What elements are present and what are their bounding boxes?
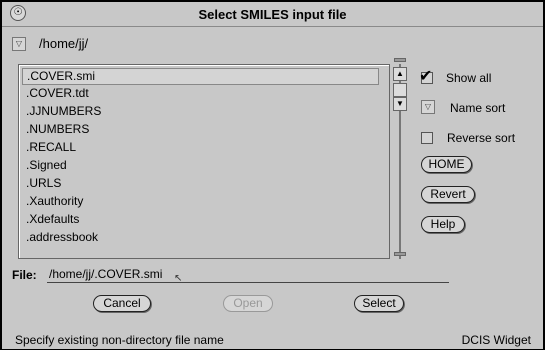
mouse-pointer-icon: ↖ (174, 273, 183, 284)
file-name-input[interactable] (47, 266, 449, 283)
directory-menu-button[interactable]: ▽ (12, 37, 26, 51)
file-select-dialog: ☉ Select SMILES input file ▽ /home/jj/ .… (1, 1, 544, 350)
list-item[interactable]: .Xdefaults (22, 211, 379, 228)
file-list[interactable]: .COVER.smi .COVER.tdt .JJNUMBERS .NUMBER… (18, 64, 390, 259)
list-item[interactable]: .COVER.smi (22, 68, 379, 85)
scroll-down-icon[interactable]: ▼ (393, 97, 407, 111)
show-all-label: Show all (446, 71, 492, 85)
scroll-elevator-drag[interactable] (393, 83, 407, 97)
list-item[interactable]: .COVER.tdt (22, 85, 379, 102)
list-item[interactable]: .RECALL (22, 139, 379, 156)
reverse-sort-checkbox[interactable] (421, 132, 433, 144)
scrollbar-top-anchor[interactable] (394, 58, 406, 62)
list-item[interactable]: .Signed (22, 157, 379, 174)
list-item[interactable]: .addressbook (22, 229, 379, 246)
checkmark-icon: ✔ (419, 68, 433, 85)
status-message: Specify existing non-directory file name (15, 333, 224, 347)
scrollbar-bottom-anchor[interactable] (394, 252, 406, 256)
name-sort-menu-button[interactable]: ▽ (421, 100, 435, 114)
home-button[interactable]: HOME (421, 156, 472, 173)
revert-button[interactable]: Revert (421, 186, 475, 203)
select-button[interactable]: Select (354, 295, 404, 312)
name-sort-label: Name sort (450, 101, 506, 115)
list-item[interactable]: .Xauthority (22, 193, 379, 210)
cancel-button[interactable]: Cancel (93, 295, 151, 312)
reverse-sort-label: Reverse sort (447, 131, 516, 145)
dialog-title: Select SMILES input file (198, 7, 347, 22)
open-button[interactable]: Open (223, 295, 273, 312)
widget-name: DCIS Widget (461, 333, 531, 347)
list-item[interactable]: .NUMBERS (22, 121, 379, 138)
scroll-up-icon[interactable]: ▲ (393, 67, 407, 81)
list-item[interactable]: .JJNUMBERS (22, 103, 379, 120)
directory-path: /home/jj/ (39, 36, 89, 51)
list-item[interactable]: .URLS (22, 175, 379, 192)
file-field-label: File: (12, 268, 37, 282)
title-bar[interactable]: ☉ Select SMILES input file (2, 2, 543, 27)
help-button[interactable]: Help (421, 216, 465, 233)
file-list-scrollbar[interactable]: ▲ ▼ (392, 58, 408, 259)
